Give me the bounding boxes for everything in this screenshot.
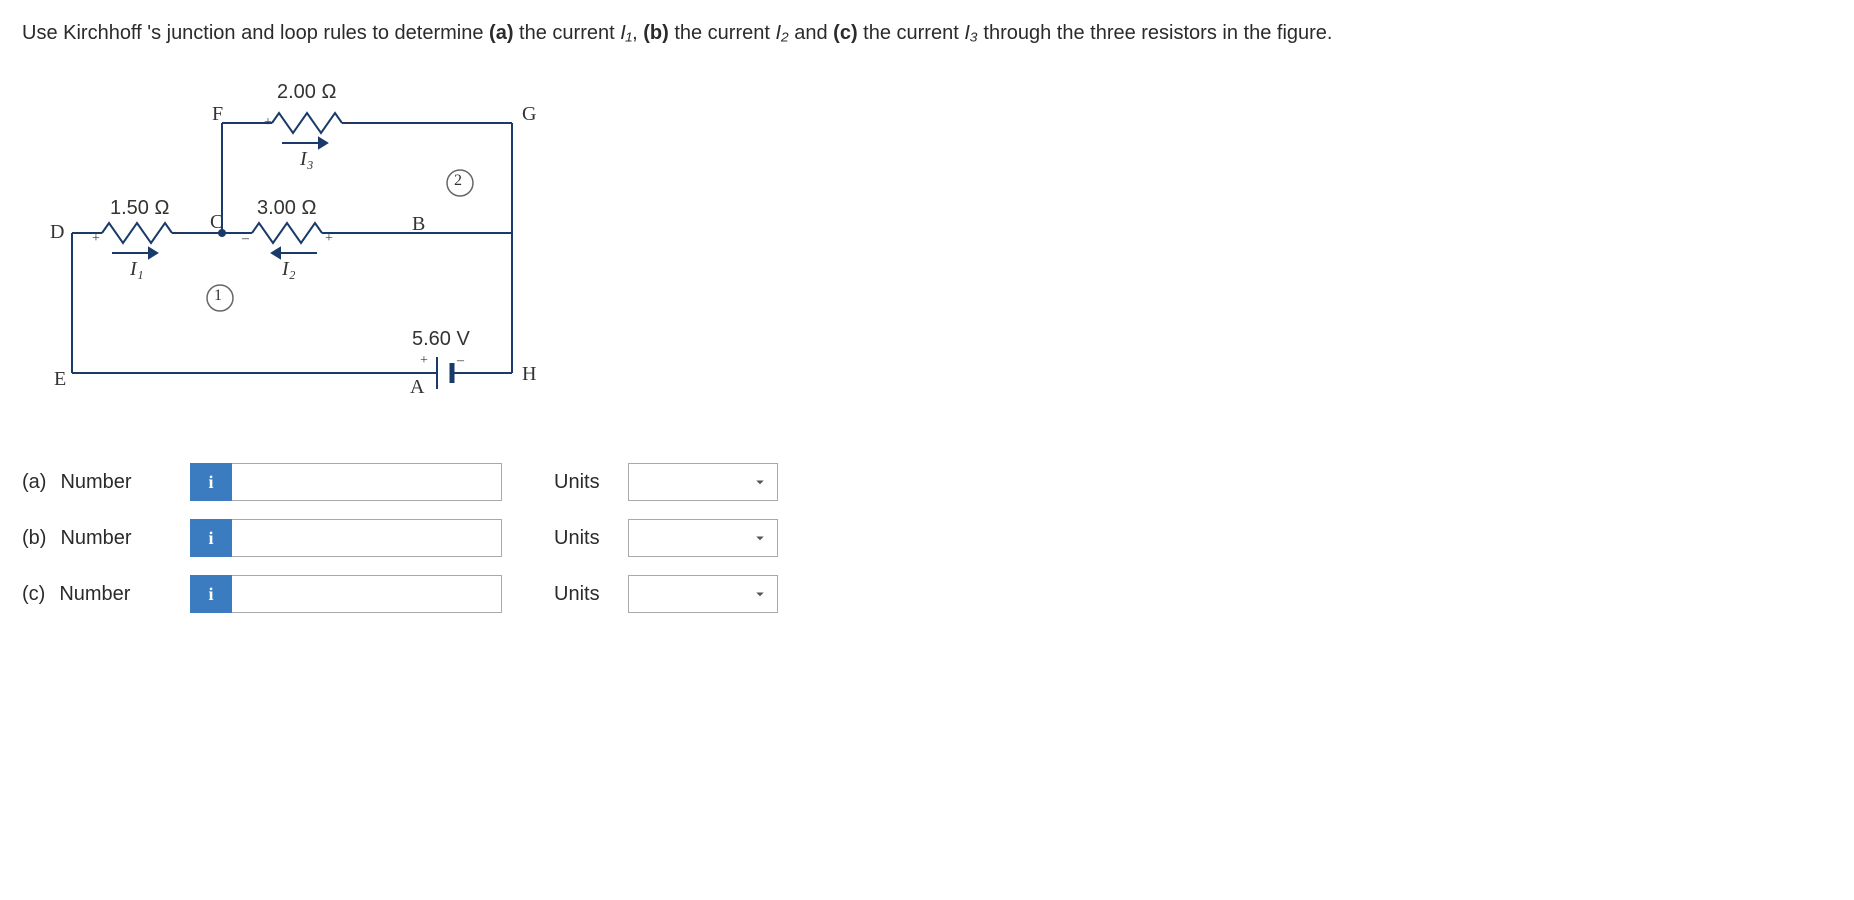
question-text: Use Kirchhoff 's junction and loop rules… bbox=[22, 18, 1832, 49]
r3-value: 2.00 Ω bbox=[277, 81, 336, 104]
plus-r3: + bbox=[264, 115, 272, 131]
i2-label: I₂ bbox=[282, 258, 296, 281]
loop2-label: 2 bbox=[454, 172, 462, 190]
answers-section: (a) Number i Units (b) Number i Units (c… bbox=[22, 463, 1832, 613]
minus-r1: – bbox=[175, 225, 182, 241]
r2-value: 3.00 Ω bbox=[257, 197, 316, 220]
units-select-c[interactable] bbox=[628, 575, 778, 613]
info-icon[interactable]: i bbox=[190, 519, 232, 557]
node-b-label: B bbox=[412, 213, 425, 236]
node-f-label: F bbox=[212, 103, 223, 126]
units-select-b[interactable] bbox=[628, 519, 778, 557]
plus-batt: + bbox=[420, 353, 428, 369]
loop1-label: 1 bbox=[214, 287, 222, 305]
answer-row-c: (c) Number i Units bbox=[22, 575, 1832, 613]
circuit-figure: F G D C B E A H 2.00 Ω 1.50 Ω 3.00 Ω 5.6… bbox=[42, 73, 542, 403]
units-select-a[interactable] bbox=[628, 463, 778, 501]
part-b-label: (b) Number bbox=[22, 527, 172, 550]
node-g-label: G bbox=[522, 103, 536, 126]
answer-row-b: (b) Number i Units bbox=[22, 519, 1832, 557]
number-input-a[interactable] bbox=[232, 463, 502, 501]
answer-row-a: (a) Number i Units bbox=[22, 463, 1832, 501]
node-h-label: H bbox=[522, 363, 536, 386]
number-input-c[interactable] bbox=[232, 575, 502, 613]
plus-r1: + bbox=[92, 231, 100, 247]
part-a-label: (a) Number bbox=[22, 471, 172, 494]
minus-batt: – bbox=[457, 353, 464, 369]
r1-value: 1.50 Ω bbox=[110, 197, 169, 220]
voltage-value: 5.60 V bbox=[412, 328, 470, 351]
i3-label: I₃ bbox=[300, 148, 314, 171]
node-c-label: C bbox=[210, 211, 223, 234]
plus-r2: + bbox=[325, 231, 333, 247]
number-input-b[interactable] bbox=[232, 519, 502, 557]
units-label-a: Units bbox=[554, 471, 600, 494]
minus-r3: – bbox=[345, 115, 352, 131]
part-c-label: (c) Number bbox=[22, 583, 172, 606]
info-icon[interactable]: i bbox=[190, 463, 232, 501]
node-e-label: E bbox=[54, 368, 66, 391]
info-icon[interactable]: i bbox=[190, 575, 232, 613]
units-label-c: Units bbox=[554, 583, 600, 606]
node-d-label: D bbox=[50, 221, 64, 244]
node-a-label: A bbox=[410, 376, 424, 399]
units-label-b: Units bbox=[554, 527, 600, 550]
minus-r2: – bbox=[242, 231, 249, 247]
i1-label: I₁ bbox=[130, 258, 144, 281]
